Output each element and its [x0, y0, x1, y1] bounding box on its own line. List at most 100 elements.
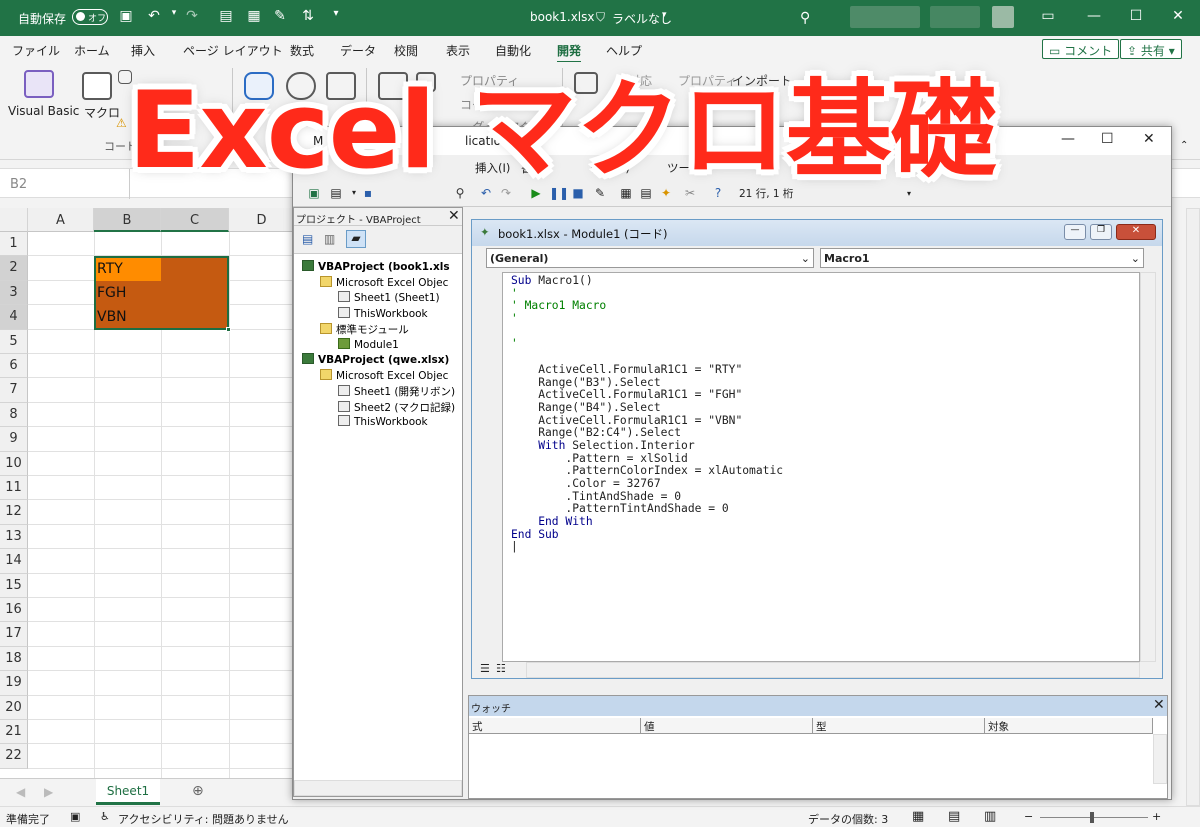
row-header-13[interactable]: 13 — [0, 524, 28, 550]
cell-b4[interactable]: VBN — [94, 306, 130, 328]
zoom-out-icon[interactable]: − — [1024, 810, 1033, 823]
tab-file[interactable]: ファイル — [12, 42, 60, 59]
tree-item[interactable]: VBAProject (book1.xls — [302, 260, 450, 273]
code-line[interactable]: End Sub — [511, 528, 1131, 542]
row-header-18[interactable]: 18 — [0, 646, 28, 672]
row-header-10[interactable]: 10 — [0, 451, 28, 476]
procedure-combo[interactable]: Macro1 ⌄ — [820, 248, 1144, 268]
view-object-icon[interactable]: ▥ — [324, 232, 335, 246]
row-header-17[interactable]: 17 — [0, 622, 28, 647]
tab-review[interactable]: 校閲 — [394, 42, 418, 59]
zoom-slider-thumb[interactable] — [1090, 812, 1094, 823]
tab-insert[interactable]: 挿入 — [131, 42, 155, 59]
undo-dropdown-icon[interactable]: ▾ — [166, 8, 182, 26]
tab-data[interactable]: データ — [340, 42, 376, 59]
code-line[interactable]: ' — [511, 312, 1131, 326]
name-box[interactable]: B2 — [0, 169, 130, 199]
close-icon[interactable]: ✕ — [448, 208, 460, 224]
macro-record-icon[interactable]: ▣ — [70, 810, 80, 823]
tree-item[interactable]: Module1 — [338, 337, 399, 351]
object-combo[interactable]: (General) ⌄ — [486, 248, 814, 268]
vertical-scrollbar[interactable] — [1153, 734, 1167, 784]
sort-icon[interactable]: ⇅ — [300, 8, 316, 26]
brush-icon[interactable]: ✎ — [272, 8, 288, 26]
sheet-tab-sheet1[interactable]: Sheet1 — [96, 779, 160, 805]
code-line[interactable]: ' — [511, 338, 1131, 351]
tree-item[interactable]: Sheet1 (開発リボン) — [338, 384, 455, 399]
row-header-3[interactable]: 3 — [0, 280, 28, 306]
restore-icon[interactable]: ❐ — [1090, 224, 1112, 240]
minimize-icon[interactable]: — — [1064, 224, 1086, 240]
fill-handle[interactable] — [226, 327, 231, 332]
worksheet-grid[interactable]: A B C D 1 2 3 4 5 6 7 8 9 10 11 12 13 14 15 16 17 18 19 20 2… — [0, 208, 295, 778]
search-icon[interactable]: ⚲ — [800, 10, 810, 26]
share-button[interactable]: ⇪ 共有 ▾ — [1120, 39, 1182, 59]
close-icon[interactable]: ✕ — [1170, 8, 1186, 26]
page-break-view-icon[interactable]: ▥ — [984, 809, 996, 824]
column-header-b[interactable]: B — [94, 208, 161, 232]
quick-access-icon[interactable]: ▤ — [218, 8, 234, 26]
row-header-6[interactable]: 6 — [0, 354, 28, 379]
tab-help[interactable]: ヘルプ — [606, 42, 642, 59]
code-line[interactable]: End With — [511, 515, 1131, 529]
comment-button[interactable]: ▭ コメント — [1042, 39, 1120, 59]
watch-col-value[interactable]: 値 — [641, 718, 813, 734]
cell-b2[interactable]: RTY — [94, 258, 126, 280]
close-icon[interactable]: ✕ — [1143, 131, 1155, 147]
tree-item[interactable]: Sheet2 (マクロ記録) — [338, 400, 455, 415]
watch-col-expression[interactable]: 式 — [469, 718, 641, 734]
tree-item[interactable]: ThisWorkbook — [338, 306, 428, 320]
cell-b3[interactable]: FGH — [94, 282, 129, 304]
ribbon-display-icon[interactable]: ▭ — [1040, 8, 1056, 26]
code-line[interactable]: .PatternTintAndShade = 0 — [511, 503, 1131, 516]
zoom-slider[interactable] — [1040, 817, 1148, 818]
row-header-22[interactable]: 22 — [0, 744, 28, 769]
row-header-5[interactable]: 5 — [0, 329, 28, 354]
row-header-2[interactable]: 2 — [0, 256, 28, 281]
procedure-view-icon[interactable]: ☰ — [480, 662, 490, 675]
tab-view[interactable]: 表示 — [446, 42, 470, 59]
macro-button[interactable]: マクロ — [84, 104, 120, 121]
tab-automate[interactable]: 自動化 — [495, 42, 531, 59]
row-header-16[interactable]: 16 — [0, 598, 28, 623]
watch-col-type[interactable]: 型 — [813, 718, 985, 734]
accessibility-icon[interactable]: ♿ — [100, 810, 110, 823]
tree-item[interactable]: Microsoft Excel Objec — [320, 368, 448, 382]
tab-home[interactable]: ホーム — [74, 42, 110, 59]
toggle-folders-icon[interactable]: ▰ — [346, 230, 366, 248]
code-line[interactable]: Sub Macro1() — [511, 274, 1131, 288]
row-header-20[interactable]: 20 — [0, 695, 28, 720]
tree-item[interactable]: ThisWorkbook — [338, 415, 428, 428]
file-icon[interactable]: ▦ — [246, 8, 262, 26]
tree-item[interactable]: Sheet1 (Sheet1) — [338, 291, 440, 304]
row-header-9[interactable]: 9 — [0, 427, 28, 452]
chevron-down-icon[interactable]: ▾ — [662, 10, 667, 20]
add-sheet-icon[interactable]: ⊕ — [192, 783, 204, 799]
row-header-14[interactable]: 14 — [0, 549, 28, 574]
visual-basic-button[interactable]: Visual Basic — [8, 104, 79, 118]
page-layout-view-icon[interactable]: ▤ — [948, 809, 960, 824]
row-header-19[interactable]: 19 — [0, 671, 28, 696]
row-header-8[interactable]: 8 — [0, 402, 28, 428]
customize-dropdown-icon[interactable]: ▾ — [328, 8, 344, 26]
horizontal-scrollbar[interactable] — [526, 662, 1140, 678]
code-line[interactable] — [511, 326, 1131, 339]
tab-developer[interactable]: 開発 — [557, 42, 582, 64]
row-header-4[interactable]: 4 — [0, 305, 28, 330]
minimize-icon[interactable]: — — [1086, 8, 1102, 26]
vertical-scrollbar[interactable] — [1186, 208, 1200, 806]
code-line[interactable]: | — [511, 541, 1131, 554]
collapse-ribbon-icon[interactable]: ⌃ — [1180, 140, 1188, 151]
prev-sheet-icon[interactable]: ◀ — [16, 785, 25, 799]
maximize-icon[interactable]: ☐ — [1128, 8, 1144, 26]
tab-formulas[interactable]: 数式 — [290, 42, 314, 59]
macro-icon[interactable] — [82, 72, 112, 100]
redo-icon[interactable]: ↷ — [184, 8, 200, 26]
column-header-c[interactable]: C — [161, 208, 229, 232]
normal-view-icon[interactable]: ▦ — [912, 809, 924, 824]
tree-item[interactable]: Microsoft Excel Objec — [320, 275, 448, 289]
maximize-icon[interactable]: ☐ — [1101, 131, 1114, 147]
column-header-a[interactable]: A — [28, 208, 94, 232]
next-sheet-icon[interactable]: ▶ — [44, 785, 53, 799]
row-header-11[interactable]: 11 — [0, 476, 28, 501]
